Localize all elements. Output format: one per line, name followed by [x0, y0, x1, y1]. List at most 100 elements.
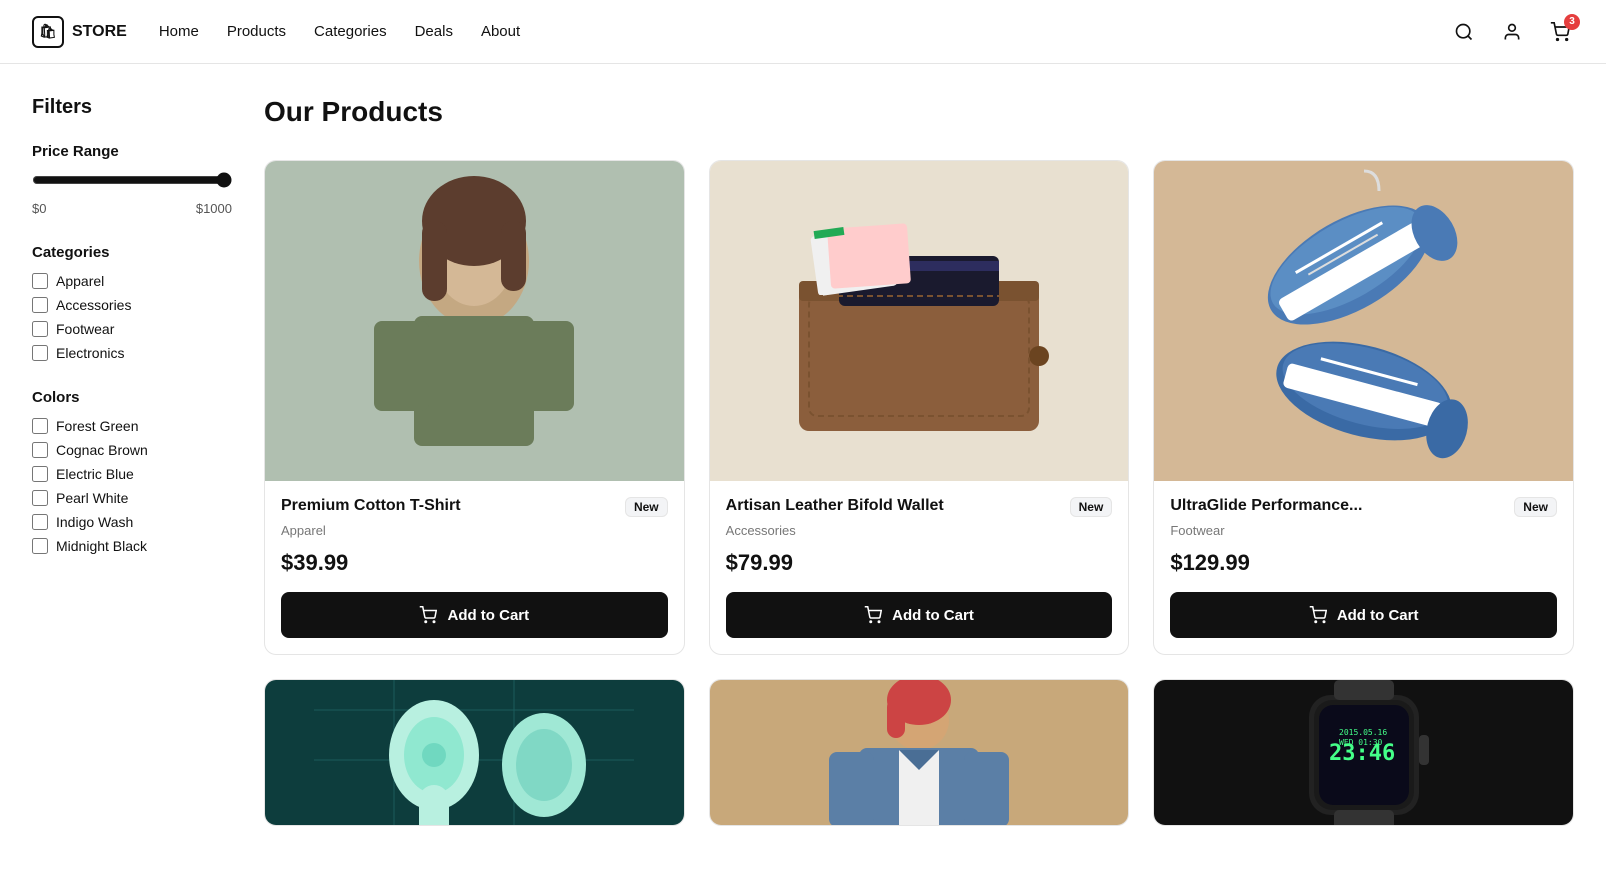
color-cognac-brown[interactable]: Cognac Brown [32, 442, 232, 458]
product-info-2: Artisan Leather Bifold Wallet New Access… [710, 481, 1129, 592]
category-electronics[interactable]: Electronics [32, 345, 232, 361]
cart-button[interactable]: 3 [1546, 18, 1574, 46]
color-electric-blue[interactable]: Electric Blue [32, 466, 232, 482]
product-header-2: Artisan Leather Bifold Wallet New [726, 497, 1113, 517]
product-card-6: 23:46 2015.05.16 WED 01:30 [1153, 679, 1574, 826]
store-logo-icon: 🛍 [32, 16, 64, 48]
color-indigo-wash-checkbox[interactable] [32, 514, 48, 530]
nav-home[interactable]: Home [159, 19, 199, 44]
product-card-4 [264, 679, 685, 826]
price-range-slider[interactable] [32, 172, 232, 188]
product-header-1: Premium Cotton T-Shirt New [281, 497, 668, 517]
wallet-illustration [759, 161, 1079, 481]
category-electronics-checkbox[interactable] [32, 345, 48, 361]
category-accessories-label: Accessories [56, 297, 131, 313]
category-footwear-checkbox[interactable] [32, 321, 48, 337]
color-pearl-white[interactable]: Pearl White [32, 490, 232, 506]
nav-links: Home Products Categories Deals About [159, 19, 1450, 44]
product-image-2 [710, 161, 1129, 481]
color-electric-blue-label: Electric Blue [56, 466, 134, 482]
add-to-cart-button-1[interactable]: Add to Cart [281, 592, 668, 638]
colors-filter: Colors Forest Green Cognac Brown Electri… [32, 389, 232, 554]
product-info-1: Premium Cotton T-Shirt New Apparel $39.9… [265, 481, 684, 592]
earbuds-illustration [314, 680, 634, 825]
cart-badge: 3 [1564, 14, 1580, 30]
color-indigo-wash[interactable]: Indigo Wash [32, 514, 232, 530]
price-min: $0 [32, 201, 46, 216]
store-name: STORE [72, 23, 127, 41]
add-to-cart-label-1: Add to Cart [447, 607, 529, 624]
product-badge-3: New [1514, 497, 1557, 517]
nav-logo: 🛍 STORE [32, 16, 127, 48]
price-max: $1000 [196, 201, 232, 216]
color-electric-blue-checkbox[interactable] [32, 466, 48, 482]
color-cognac-brown-label: Cognac Brown [56, 442, 148, 458]
product-image-5 [710, 680, 1129, 825]
tshirt-illustration [314, 161, 634, 481]
nav-actions: 3 [1450, 18, 1574, 46]
product-card-5 [709, 679, 1130, 826]
product-price-1: $39.99 [281, 550, 668, 576]
add-to-cart-label-2: Add to Cart [892, 607, 974, 624]
color-forest-green[interactable]: Forest Green [32, 418, 232, 434]
product-image-3 [1154, 161, 1573, 481]
category-apparel-checkbox[interactable] [32, 273, 48, 289]
product-card-2: Artisan Leather Bifold Wallet New Access… [709, 160, 1130, 655]
svg-text:WED 01:30: WED 01:30 [1339, 738, 1383, 747]
product-image-4 [265, 680, 684, 825]
jacket-illustration [759, 680, 1079, 825]
account-button[interactable] [1498, 18, 1526, 46]
product-image-6: 23:46 2015.05.16 WED 01:30 [1154, 680, 1573, 825]
price-range-values: $0 $1000 [32, 201, 232, 216]
category-accessories-checkbox[interactable] [32, 297, 48, 313]
account-icon [1502, 22, 1522, 42]
category-accessories[interactable]: Accessories [32, 297, 232, 313]
add-to-cart-button-2[interactable]: Add to Cart [726, 592, 1113, 638]
color-indigo-wash-label: Indigo Wash [56, 514, 133, 530]
color-forest-green-checkbox[interactable] [32, 418, 48, 434]
product-category-2: Accessories [726, 523, 1113, 538]
page-title: Our Products [264, 96, 1574, 128]
page-layout: Filters Price Range $0 $1000 Categories … [0, 64, 1606, 858]
color-midnight-black-checkbox[interactable] [32, 538, 48, 554]
product-info-3: UltraGlide Performance... New Footwear $… [1154, 481, 1573, 592]
cart-icon-3 [1309, 606, 1327, 624]
search-button[interactable] [1450, 18, 1478, 46]
price-range-filter: Price Range $0 $1000 [32, 143, 232, 216]
navbar: 🛍 STORE Home Products Categories Deals A… [0, 0, 1606, 64]
color-pearl-white-label: Pearl White [56, 490, 128, 506]
search-icon [1454, 22, 1474, 42]
category-apparel[interactable]: Apparel [32, 273, 232, 289]
svg-text:2015.05.16: 2015.05.16 [1339, 728, 1387, 737]
nav-products[interactable]: Products [227, 19, 286, 44]
product-badge-2: New [1070, 497, 1113, 517]
product-price-2: $79.99 [726, 550, 1113, 576]
watch-illustration: 23:46 2015.05.16 WED 01:30 [1204, 680, 1524, 825]
product-category-3: Footwear [1170, 523, 1557, 538]
product-header-3: UltraGlide Performance... New [1170, 497, 1557, 517]
sidebar: Filters Price Range $0 $1000 Categories … [32, 96, 232, 826]
category-apparel-label: Apparel [56, 273, 104, 289]
product-name-2: Artisan Leather Bifold Wallet [726, 497, 944, 515]
add-to-cart-button-3[interactable]: Add to Cart [1170, 592, 1557, 638]
product-price-3: $129.99 [1170, 550, 1557, 576]
product-card-3: UltraGlide Performance... New Footwear $… [1153, 160, 1574, 655]
shoes-illustration [1204, 161, 1524, 481]
color-midnight-black[interactable]: Midnight Black [32, 538, 232, 554]
category-footwear[interactable]: Footwear [32, 321, 232, 337]
nav-categories[interactable]: Categories [314, 19, 387, 44]
categories-label: Categories [32, 244, 232, 261]
color-forest-green-label: Forest Green [56, 418, 138, 434]
category-footwear-label: Footwear [56, 321, 114, 337]
nav-deals[interactable]: Deals [415, 19, 453, 44]
product-category-1: Apparel [281, 523, 668, 538]
cart-icon-2 [864, 606, 882, 624]
nav-about[interactable]: About [481, 19, 520, 44]
color-pearl-white-checkbox[interactable] [32, 490, 48, 506]
color-midnight-black-label: Midnight Black [56, 538, 147, 554]
cart-icon-1 [419, 606, 437, 624]
product-name-3: UltraGlide Performance... [1170, 497, 1362, 515]
product-name-1: Premium Cotton T-Shirt [281, 497, 461, 515]
product-grid: Premium Cotton T-Shirt New Apparel $39.9… [264, 160, 1574, 826]
color-cognac-brown-checkbox[interactable] [32, 442, 48, 458]
